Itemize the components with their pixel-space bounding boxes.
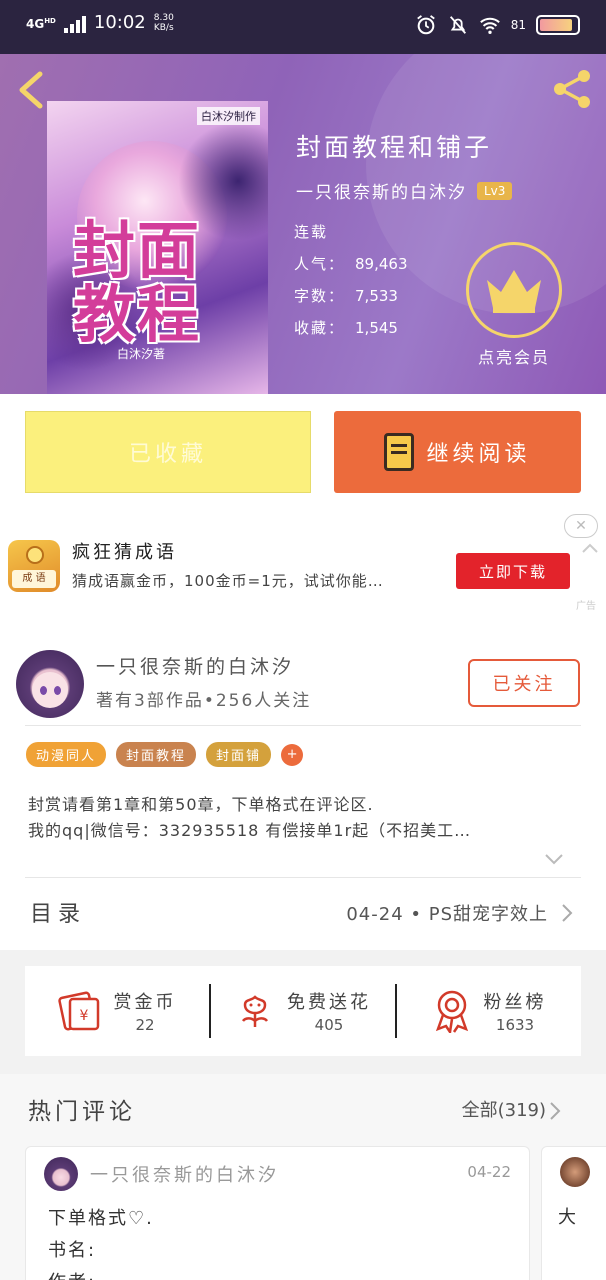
fan-rank-button[interactable]: 粉丝榜 1633 — [397, 988, 581, 1034]
gift-bar: ¥ 赏金币 22 免费送花 405 粉丝榜 1633 — [25, 966, 581, 1056]
level-badge: Lv3 — [477, 181, 513, 200]
chevron-right-icon — [562, 904, 573, 922]
gift-label: 免费送花 — [287, 992, 371, 1013]
alarm-icon — [416, 15, 435, 35]
table-of-contents-row[interactable]: 目录 04-24 • PS甜宠字效上 — [0, 878, 606, 948]
comment-card[interactable]: 大 — [541, 1146, 606, 1280]
share-icon[interactable] — [550, 66, 596, 112]
continue-reading-button[interactable]: 继续阅读 — [334, 411, 581, 493]
ad-app-icon: 成 语 — [8, 540, 60, 592]
mute-icon — [449, 16, 466, 34]
tag-item[interactable]: 动漫同人 — [26, 742, 107, 767]
gift-count: 405 — [314, 1016, 344, 1034]
add-tag-button[interactable]: + — [281, 743, 304, 766]
clock: 10:02 — [93, 12, 146, 33]
net-speed: 8.30 KB/s — [153, 12, 174, 33]
hot-comments-title: 热门评论 — [28, 1099, 136, 1125]
battery-icon — [536, 15, 580, 35]
comment-body: 下单格式♡. 书名: 作者: — [48, 1203, 154, 1280]
back-icon[interactable] — [14, 68, 48, 112]
wifi-icon — [479, 17, 500, 34]
stat-popularity: 人气： 89,463 — [294, 255, 408, 273]
flower-icon — [241, 995, 269, 1027]
ad-title: 疯狂猜成语 — [72, 542, 177, 563]
stat-collections: 收藏： 1,545 — [294, 319, 398, 337]
tag-list: 动漫同人 封面教程 封面铺 + — [26, 742, 304, 767]
description-line: 封赏请看第1章和第50章，下单格式在评论区. — [28, 795, 374, 814]
latest-chapter: 04-24 • PS甜宠字效上 — [346, 904, 548, 925]
svg-text:¥: ¥ — [79, 1008, 88, 1024]
ad-download-button[interactable]: 立即下载 — [456, 553, 570, 589]
book-meta: 连载 人气： 89,463 字数： 7,533 收藏： 1,545 — [294, 216, 408, 344]
author-stats: 著有3部作品•256人关注 — [96, 691, 312, 711]
reward-coin-button[interactable]: ¥ 赏金币 22 — [25, 988, 209, 1034]
ad-description: 猜成语赢金币，100金币=1元，试试你能… — [72, 572, 384, 590]
comment-line: 大 — [558, 1207, 576, 1228]
author-avatar[interactable] — [16, 650, 84, 718]
description-line: 我的qq|微信号：332935518 有偿接单1r起（不招美工… — [28, 821, 472, 840]
comment-card[interactable]: 一只很奈斯的白沐汐 04-22 下单格式♡. 书名: 作者: — [25, 1146, 530, 1280]
action-bar: 已收藏 继续阅读 — [0, 394, 606, 510]
commenter-name[interactable]: 一只很奈斯的白沐汐 — [90, 1161, 279, 1187]
status-left: 4GHD 10:02 8.30 KB/s — [26, 12, 174, 33]
chevron-down-icon[interactable] — [544, 852, 564, 866]
book-author[interactable]: 一只很奈斯的白沐汐 — [296, 178, 467, 203]
ad-close-icon[interactable]: ✕ — [564, 514, 598, 538]
comment-date: 04-22 — [467, 1163, 511, 1181]
comment-line: 书名: — [48, 1240, 97, 1261]
commenter-avatar[interactable] — [44, 1157, 78, 1191]
network-type: 4GHD — [26, 17, 56, 31]
gift-label: 粉丝榜 — [483, 992, 547, 1013]
status-bar: 4GHD 10:02 8.30 KB/s 81 — [0, 0, 606, 54]
comment-line: 作者: — [48, 1267, 154, 1280]
crown-icon — [466, 242, 562, 338]
stat-word-count: 字数： 7,533 — [294, 287, 398, 305]
cover-badge: 白沐汐制作 — [197, 107, 260, 125]
status-right: 81 — [415, 14, 580, 36]
battery-percent: 81 — [510, 18, 526, 32]
toc-label: 目录 — [30, 902, 87, 927]
author-name[interactable]: 一只很奈斯的白沐汐 — [96, 652, 294, 679]
cover-title: 封面教程 — [73, 214, 202, 351]
tag-item[interactable]: 封面教程 — [116, 742, 197, 767]
book-cover[interactable]: 白沐汐制作 封面教程 白沐汐著 — [47, 101, 268, 394]
commenter-avatar[interactable] — [560, 1157, 590, 1187]
book-title: 封面教程和铺子 — [296, 133, 493, 162]
book-icon — [384, 433, 415, 471]
followed-button[interactable]: 已关注 — [468, 659, 580, 707]
gift-count: 1633 — [495, 1016, 535, 1034]
author-section: 一只很奈斯的白沐汐 著有3部作品•256人关注 已关注 动漫同人 封面教程 封面… — [0, 640, 606, 950]
chevron-right-icon[interactable] — [548, 1100, 562, 1122]
red-envelope-icon: ¥ — [57, 991, 99, 1031]
divider — [25, 725, 581, 726]
vip-button[interactable]: 点亮会员 — [466, 242, 562, 368]
ad-banner[interactable]: 成 语 疯狂猜成语 猜成语赢金币，100金币=1元，试试你能… 立即下载 ✕ 广… — [0, 510, 606, 640]
gift-count: 22 — [135, 1016, 155, 1034]
collected-button[interactable]: 已收藏 — [25, 411, 311, 493]
book-status: 连载 — [294, 223, 329, 241]
ad-tag: 广告 — [576, 601, 596, 612]
continue-reading-label: 继续阅读 — [426, 442, 531, 467]
signal-icon — [63, 13, 86, 33]
free-flower-button[interactable]: 免费送花 405 — [211, 988, 395, 1034]
tag-item[interactable]: 封面铺 — [206, 742, 272, 767]
author-line: 一只很奈斯的白沐汐 Lv3 — [296, 178, 513, 203]
hot-comments-section: 热门评论 全部(319) 一只很奈斯的白沐汐 04-22 下单格式♡. 书名: … — [0, 1074, 606, 1280]
cover-author: 白沐汐著 — [117, 347, 166, 361]
gift-label: 赏金币 — [113, 992, 177, 1013]
chevron-up-icon[interactable] — [581, 542, 599, 554]
book-header: 白沐汐制作 封面教程 白沐汐著 封面教程和铺子 一只很奈斯的白沐汐 Lv3 连载… — [0, 54, 606, 394]
medal-icon — [435, 990, 468, 1033]
book-description[interactable]: 封赏请看第1章和第50章，下单格式在评论区. 我的qq|微信号：33293551… — [28, 792, 548, 844]
comment-line: 下单格式♡. — [48, 1208, 154, 1229]
all-comments-link[interactable]: 全部(319) — [462, 1096, 546, 1122]
vip-label: 点亮会员 — [477, 348, 550, 367]
